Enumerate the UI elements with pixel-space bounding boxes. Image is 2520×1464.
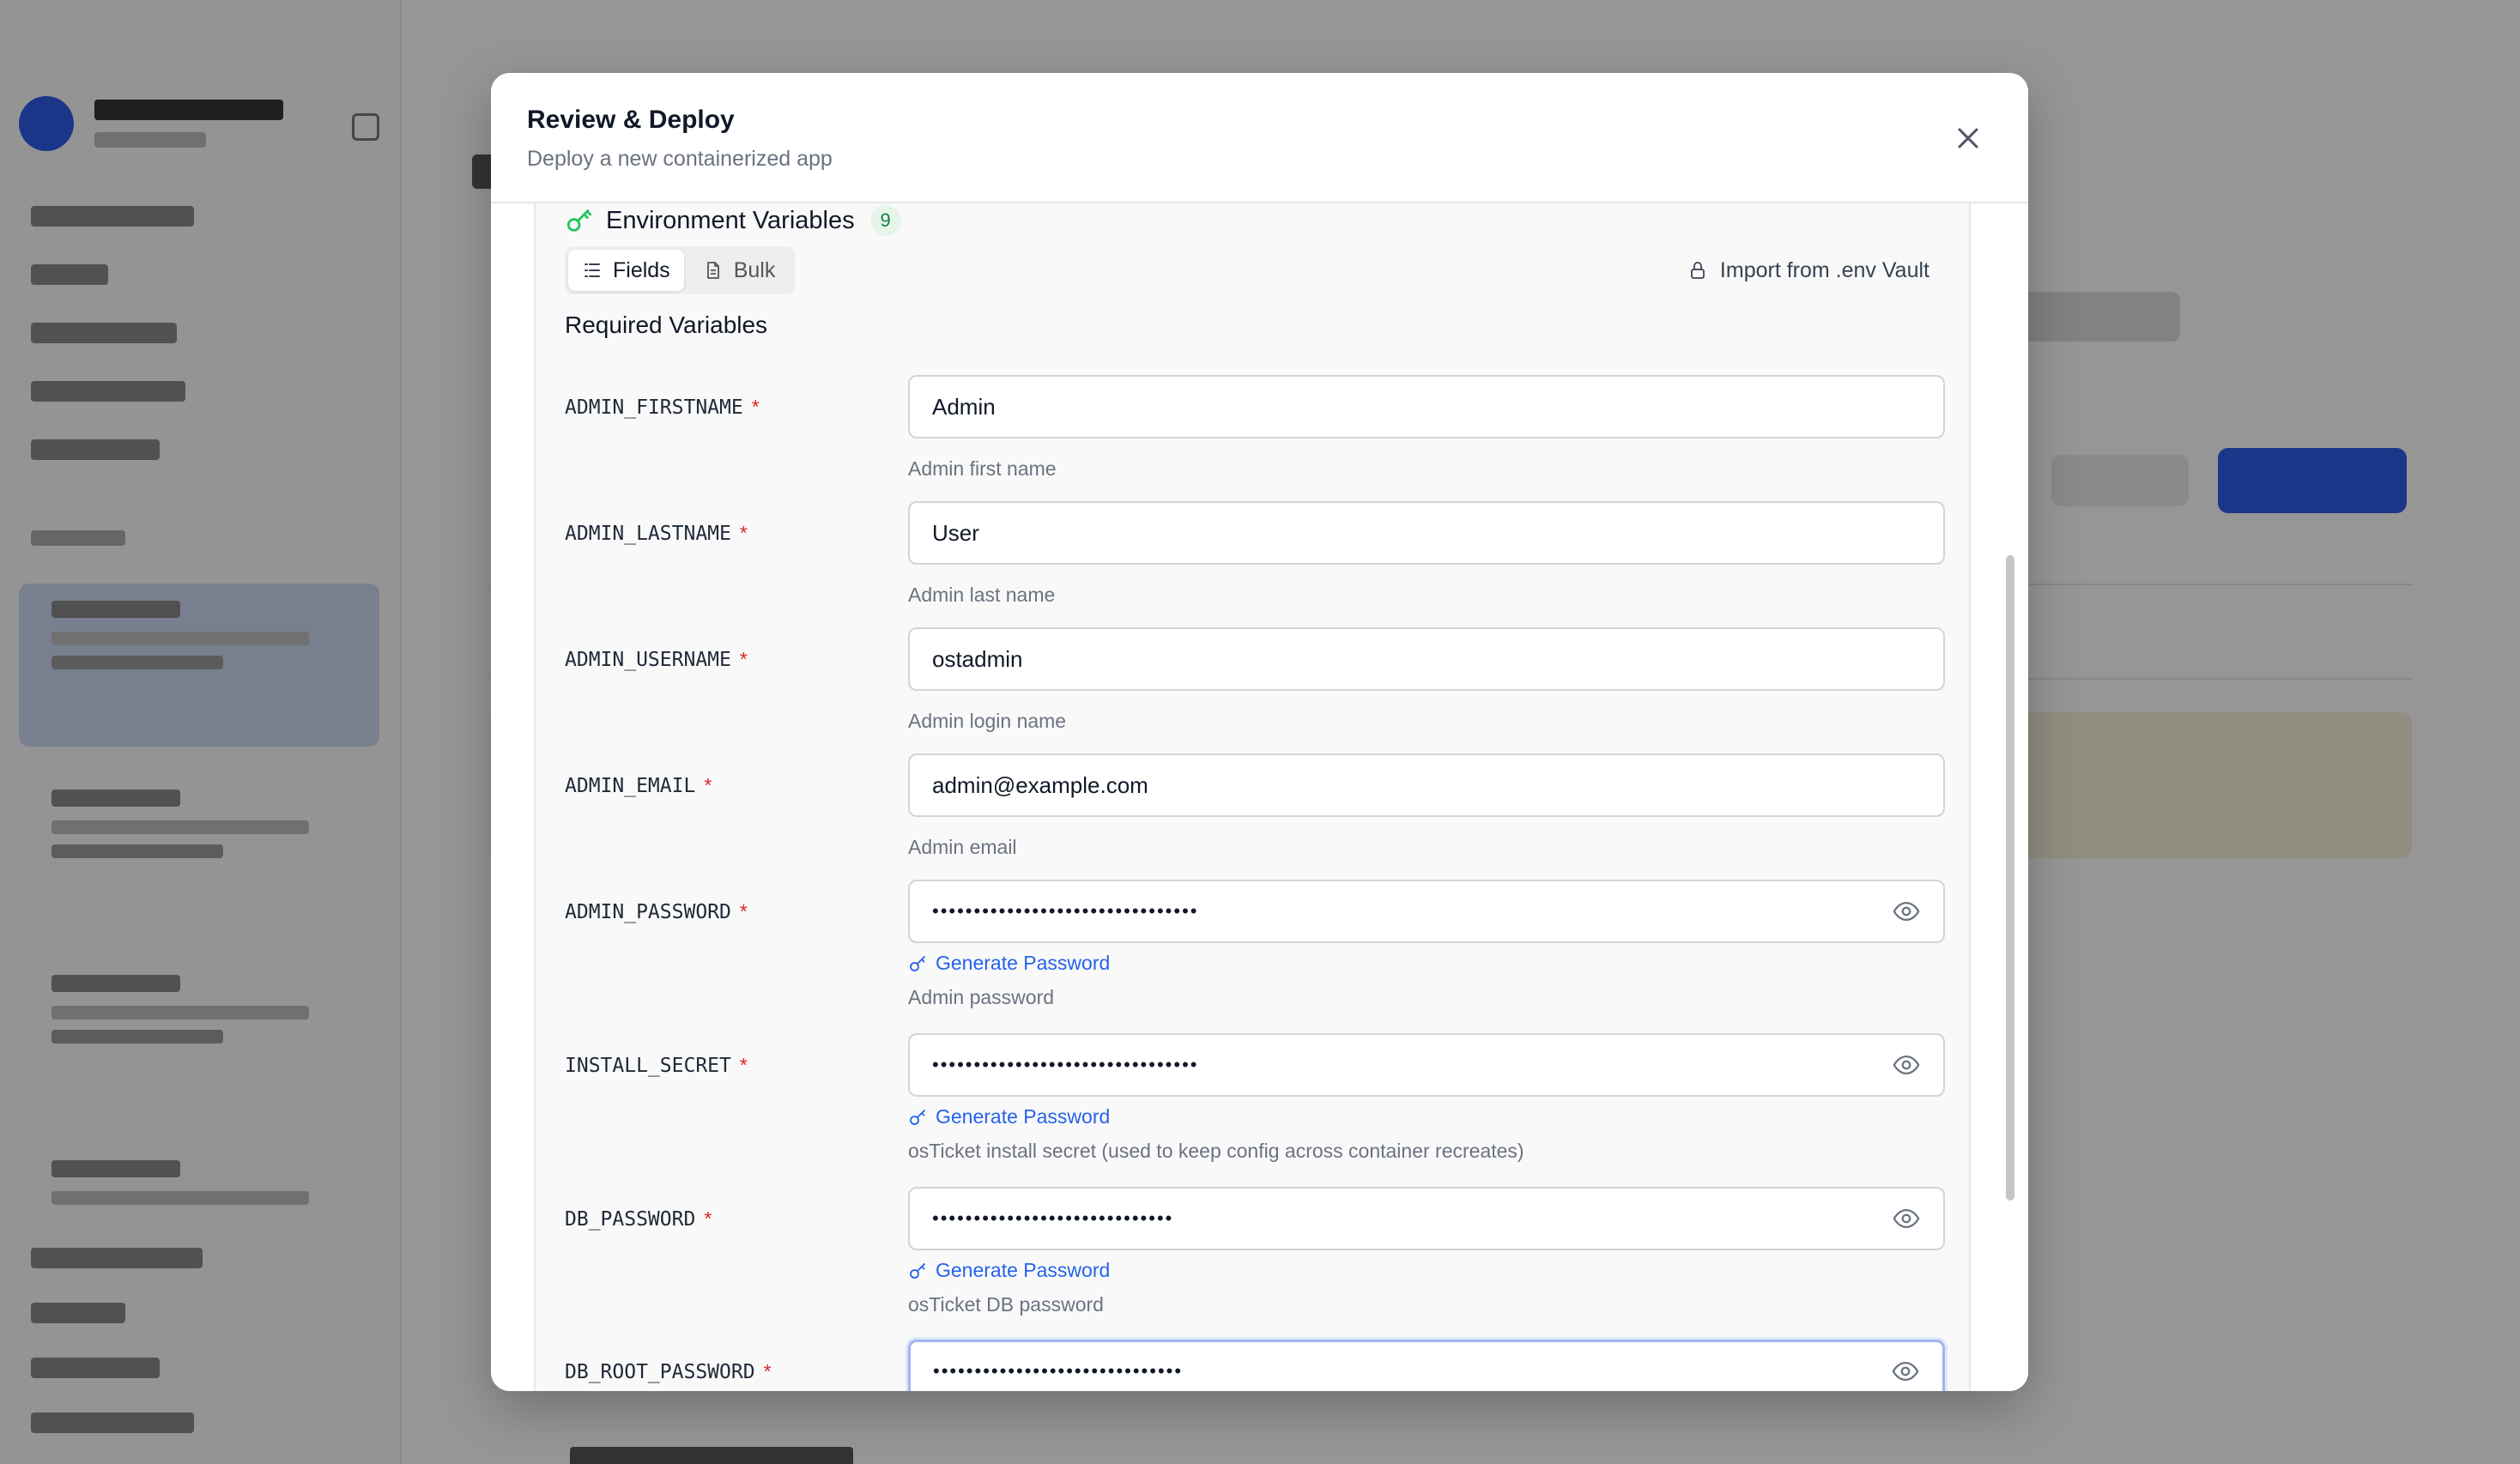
env-count-badge: 9 bbox=[869, 205, 901, 236]
variable-name: DB_PASSWORD * bbox=[565, 1207, 712, 1231]
close-button[interactable] bbox=[1951, 121, 1985, 155]
modal-body[interactable]: Environment Variables 9 Fields Bulk Impo… bbox=[491, 203, 2028, 1391]
tab-bulk[interactable]: Bulk bbox=[689, 250, 790, 291]
show-password-button[interactable] bbox=[1892, 1204, 1921, 1233]
variable-name: ADMIN_EMAIL * bbox=[565, 774, 712, 797]
key-icon bbox=[910, 955, 925, 971]
generate-password-link[interactable]: Generate Password bbox=[908, 952, 1110, 975]
env-variables-section: Environment Variables 9 Fields Bulk Impo… bbox=[534, 203, 1971, 1391]
key-icon bbox=[910, 1262, 925, 1279]
generate-password-link[interactable]: Generate Password bbox=[908, 1259, 1110, 1282]
variable-help-text: Admin password bbox=[908, 986, 1055, 1008]
variable-name: INSTALL_SECRET * bbox=[565, 1054, 748, 1077]
generate-password-link[interactable]: Generate Password bbox=[908, 1105, 1110, 1128]
variable-value-input[interactable]: ostadmin bbox=[908, 627, 1945, 691]
variable-help-text: osTicket DB password bbox=[908, 1293, 1104, 1316]
env-mode-tabs: Fields Bulk bbox=[565, 246, 795, 294]
lock-icon bbox=[1691, 262, 1705, 279]
modal-scrollbar[interactable] bbox=[2006, 555, 2014, 1201]
eye-icon bbox=[1893, 1055, 1920, 1075]
variable-help-text: osTicket install secret (used to keep co… bbox=[908, 1140, 1524, 1162]
variable-name: ADMIN_USERNAME * bbox=[565, 648, 748, 671]
variable-help-text: Admin email bbox=[908, 836, 1017, 858]
modal-subtitle: Deploy a new containerized app bbox=[527, 147, 833, 171]
variable-help-text: Admin first name bbox=[908, 457, 1057, 480]
close-icon bbox=[1958, 128, 1978, 148]
env-title: Environment Variables bbox=[606, 206, 855, 234]
tab-fields-label: Fields bbox=[613, 257, 670, 282]
required-variables-title: Required Variables bbox=[565, 312, 768, 338]
password-input[interactable]: •••••••••••••••••••••••••••••••• bbox=[908, 880, 1945, 943]
variable-name: ADMIN_PASSWORD * bbox=[565, 900, 748, 923]
password-input[interactable]: ••••••••••••••••••••••••••••• bbox=[908, 1187, 1945, 1250]
variable-help-text: Admin last name bbox=[908, 584, 1056, 606]
show-password-button[interactable] bbox=[1892, 1050, 1921, 1080]
password-input[interactable]: •••••••••••••••••••••••••••••••• bbox=[908, 1033, 1945, 1097]
variable-name: ADMIN_FIRSTNAME * bbox=[565, 396, 760, 419]
eye-icon bbox=[1893, 901, 1920, 922]
tab-bulk-label: Bulk bbox=[733, 257, 776, 282]
password-input[interactable]: •••••••••••••••••••••••••••••• bbox=[908, 1340, 1945, 1391]
variable-name: DB_ROOT_PASSWORD * bbox=[565, 1360, 772, 1383]
variable-name: ADMIN_LASTNAME * bbox=[565, 522, 748, 545]
variable-value-input[interactable]: User bbox=[908, 501, 1945, 565]
list-icon bbox=[585, 263, 600, 277]
variable-help-text: Admin login name bbox=[908, 710, 1067, 732]
tab-fields[interactable]: Fields bbox=[568, 250, 684, 291]
show-password-button[interactable] bbox=[1892, 897, 1921, 926]
key-icon bbox=[565, 206, 594, 235]
modal-title: Review & Deploy bbox=[527, 106, 735, 134]
import-env-vault-button[interactable]: Import from .env Vault bbox=[1687, 250, 1929, 291]
import-env-vault-label: Import from .env Vault bbox=[1719, 257, 1929, 282]
eye-icon bbox=[1893, 1208, 1920, 1229]
env-header: Environment Variables 9 bbox=[565, 203, 901, 241]
key-icon bbox=[910, 1109, 925, 1125]
modal-header: Review & Deploy Deploy a new containeriz… bbox=[491, 73, 2028, 203]
show-password-button[interactable] bbox=[1891, 1357, 1920, 1386]
file-icon bbox=[706, 262, 719, 279]
variable-value-input[interactable]: Admin bbox=[908, 375, 1945, 439]
eye-icon bbox=[1892, 1361, 1919, 1382]
review-deploy-modal: Review & Deploy Deploy a new containeriz… bbox=[491, 73, 2028, 1391]
variable-value-input[interactable]: admin@example.com bbox=[908, 753, 1945, 817]
